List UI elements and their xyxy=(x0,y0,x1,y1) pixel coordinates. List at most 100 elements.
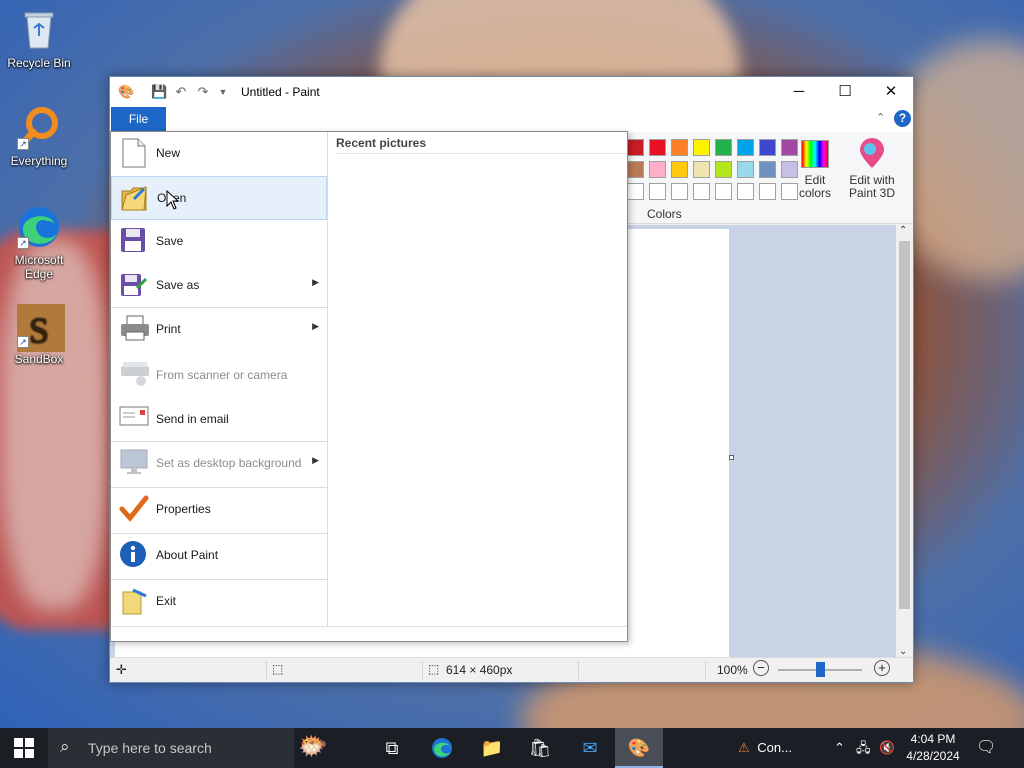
canvas-resize-handle[interactable] xyxy=(729,455,734,460)
menu-separator xyxy=(111,533,327,534)
color-swatch[interactable] xyxy=(671,161,688,178)
network-icon[interactable]: 🖧 xyxy=(856,728,871,768)
task-view-icon: ⧉ xyxy=(385,738,399,758)
menu-separator xyxy=(111,487,327,488)
empty-color-swatch[interactable] xyxy=(737,183,754,200)
empty-color-swatch[interactable] xyxy=(693,183,710,200)
color-swatch[interactable] xyxy=(693,139,710,156)
desktop-icon-recycle-bin[interactable]: Recycle Bin xyxy=(1,8,77,70)
tray-label: Con... xyxy=(757,740,792,755)
menu-item-label: Save xyxy=(156,234,184,248)
empty-color-swatch[interactable] xyxy=(649,183,666,200)
start-button[interactable] xyxy=(0,728,48,768)
desktop-icon-label: Recycle Bin xyxy=(7,56,71,70)
undo-icon[interactable]: ↶ xyxy=(173,84,189,100)
menu-item-about-paint[interactable]: About Paint xyxy=(111,534,327,578)
menu-item-label: From scanner or camera xyxy=(156,368,288,382)
scrollbar-thumb[interactable] xyxy=(899,241,910,609)
taskbar-paint-button[interactable]: 🎨 xyxy=(615,728,663,768)
menu-separator xyxy=(111,307,327,308)
menu-item-label: Exit xyxy=(156,594,177,608)
show-hidden-icons-button[interactable]: ⌃ xyxy=(834,728,845,768)
zoom-in-button[interactable]: + xyxy=(874,660,890,676)
desktop-icon-microsoft-edge[interactable]: ↗ Microsoft Edge xyxy=(1,205,77,281)
edit-with-paint3d-label: Edit with Paint 3D xyxy=(848,173,896,200)
redo-icon[interactable]: ↷ xyxy=(195,84,211,100)
menu-item-properties[interactable]: Properties xyxy=(111,488,327,532)
desktop-background-icon xyxy=(119,448,151,480)
color-swatch[interactable] xyxy=(627,161,644,178)
image-size-icon: ⬚ xyxy=(428,662,440,676)
empty-color-swatch[interactable] xyxy=(759,183,776,200)
menu-item-save-as[interactable]: Save as ▶ xyxy=(111,264,327,308)
scroll-up-icon[interactable]: ⌃ xyxy=(899,225,907,236)
color-swatch[interactable] xyxy=(715,139,732,156)
color-swatch[interactable] xyxy=(759,139,776,156)
zoom-out-button[interactable]: − xyxy=(753,660,769,676)
save-icon[interactable]: 💾 xyxy=(151,84,167,100)
file-tab[interactable]: File xyxy=(111,107,166,131)
color-swatch[interactable] xyxy=(671,139,688,156)
menu-item-send-in-email[interactable]: Send in email xyxy=(111,398,327,442)
svg-text:S: S xyxy=(29,310,49,350)
menu-item-from-scanner-or-camera: From scanner or camera xyxy=(111,354,327,398)
taskbar-edge-button[interactable] xyxy=(418,728,466,768)
help-icon[interactable]: ? xyxy=(894,110,911,127)
scanner-icon xyxy=(119,360,151,392)
empty-color-swatch[interactable] xyxy=(671,183,688,200)
menu-item-exit[interactable]: Exit xyxy=(111,580,327,624)
color-swatch[interactable] xyxy=(693,161,710,178)
vertical-scrollbar[interactable]: ⌃ ⌄ xyxy=(896,225,913,657)
empty-color-swatch[interactable] xyxy=(627,183,644,200)
color-spectrum-icon xyxy=(801,140,829,168)
empty-color-swatch[interactable] xyxy=(715,183,732,200)
menu-item-open[interactable]: Open xyxy=(111,176,327,220)
collapse-ribbon-icon[interactable]: ⌃ xyxy=(876,111,885,124)
edit-colors-button[interactable]: Edit colors xyxy=(794,140,836,200)
minimize-button[interactable]: ─ xyxy=(776,77,822,107)
menu-item-print[interactable]: Print ▶ xyxy=(111,308,327,352)
zoom-slider[interactable] xyxy=(778,662,862,677)
color-swatch[interactable] xyxy=(715,161,732,178)
desktop-icon-everything[interactable]: ↗ Everything xyxy=(1,106,77,168)
taskbar-store-button[interactable]: 🛍 xyxy=(516,728,564,768)
taskbar-file-explorer-button[interactable]: 📁 xyxy=(468,728,516,768)
zoom-level-label: 100% xyxy=(717,663,748,677)
close-button[interactable]: ✕ xyxy=(868,77,914,107)
color-swatch[interactable] xyxy=(737,139,754,156)
color-swatch[interactable] xyxy=(649,139,666,156)
search-highlight-fish-icon[interactable]: 🐡 xyxy=(298,732,328,761)
taskbar-clock[interactable]: 4:04 PM 4/28/2024 xyxy=(900,731,966,765)
menu-item-label: Save as xyxy=(156,278,200,292)
window-title: Untitled - Paint xyxy=(241,85,320,99)
save-as-icon xyxy=(119,270,151,302)
color-swatch[interactable] xyxy=(627,139,644,156)
maximize-button[interactable]: ☐ xyxy=(822,77,868,107)
volume-muted-icon[interactable]: 🔇 xyxy=(879,728,895,768)
exit-icon xyxy=(119,586,151,618)
desktop-icon-sandbox[interactable]: S ↗ SandBox xyxy=(1,304,77,366)
task-view-button[interactable]: ⧉ xyxy=(368,728,416,768)
zoom-slider-thumb[interactable] xyxy=(816,662,825,677)
menu-item-save[interactable]: Save xyxy=(111,220,327,264)
color-swatch[interactable] xyxy=(737,161,754,178)
cursor-position-icon: ✛ xyxy=(116,662,127,677)
edit-with-paint3d-button[interactable]: Edit with Paint 3D xyxy=(846,138,898,200)
color-swatch[interactable] xyxy=(649,161,666,178)
recent-pictures-heading: Recent pictures xyxy=(336,136,427,150)
scroll-down-icon[interactable]: ⌄ xyxy=(899,646,907,657)
clock-date: 4/28/2024 xyxy=(906,749,960,763)
taskbar-mail-button[interactable]: ✉ xyxy=(566,728,614,768)
colors-group-label: Colors xyxy=(647,207,682,221)
taskbar-search-box[interactable]: ⌕ Type here to search 🐡 xyxy=(48,728,328,768)
sandbox-icon: S ↗ xyxy=(17,304,65,352)
submenu-arrow-icon: ▶ xyxy=(312,455,319,465)
shortcut-arrow-icon: ↗ xyxy=(17,336,29,348)
color-swatch[interactable] xyxy=(759,161,776,178)
menu-item-new[interactable]: New xyxy=(111,132,327,176)
customize-toolbar-icon[interactable]: ▼ xyxy=(215,84,231,100)
shortcut-arrow-icon: ↗ xyxy=(17,237,29,249)
notifications-icon[interactable]: 🗨 xyxy=(976,728,996,768)
network-status-tray[interactable]: ⚠ Con... xyxy=(738,728,792,768)
ribbon-tab-bar: ⌃ ? xyxy=(110,107,913,132)
